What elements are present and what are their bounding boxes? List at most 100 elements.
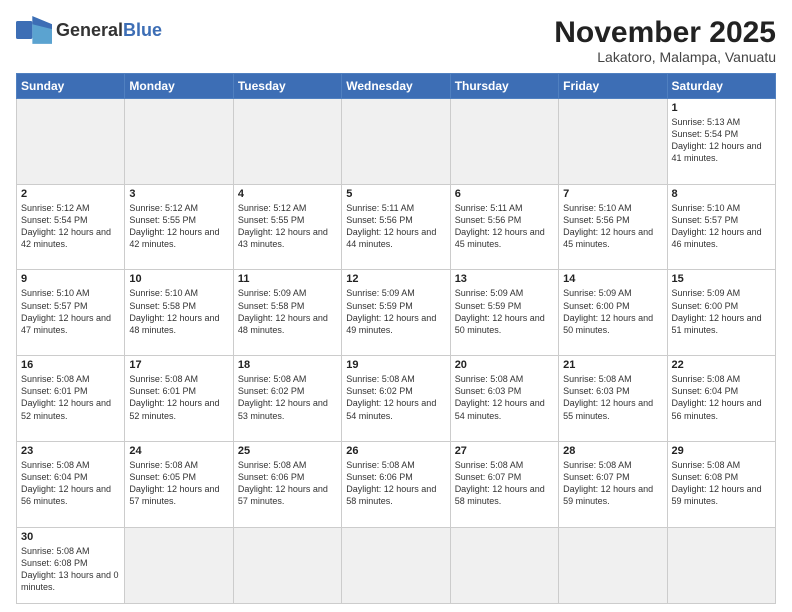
- day-info: Sunrise: 5:08 AM Sunset: 6:02 PM Dayligh…: [238, 373, 337, 422]
- day-info: Sunrise: 5:08 AM Sunset: 6:07 PM Dayligh…: [563, 459, 662, 508]
- day-number: 25: [238, 445, 337, 457]
- day-info: Sunrise: 5:08 AM Sunset: 6:04 PM Dayligh…: [21, 459, 120, 508]
- calendar-cell: [559, 99, 667, 185]
- calendar-cell: 26 Sunrise: 5:08 AM Sunset: 6:06 PM Dayli…: [342, 441, 450, 527]
- day-number: 1: [672, 102, 771, 114]
- day-number: 13: [455, 273, 554, 285]
- day-info: Sunrise: 5:12 AM Sunset: 5:54 PM Dayligh…: [21, 202, 120, 251]
- day-number: 4: [238, 188, 337, 200]
- logo-blue: Blue: [123, 20, 162, 40]
- calendar-week-row: 16Sunrise: 5:08 AM Sunset: 6:01 PM Dayli…: [17, 356, 776, 442]
- day-info: Sunrise: 5:08 AM Sunset: 6:07 PM Dayligh…: [455, 459, 554, 508]
- calendar-week-row: 1Sunrise: 5:13 AM Sunset: 5:54 PM Daylig…: [17, 99, 776, 185]
- day-info: Sunrise: 5:08 AM Sunset: 6:03 PM Dayligh…: [455, 373, 554, 422]
- day-number: 24: [129, 445, 228, 457]
- day-number: 7: [563, 188, 662, 200]
- calendar-cell: 9 Sunrise: 5:10 AM Sunset: 5:57 PM Daylig…: [17, 270, 125, 356]
- day-info: Sunrise: 5:09 AM Sunset: 5:59 PM Dayligh…: [455, 287, 554, 336]
- day-number: 22: [672, 359, 771, 371]
- day-info: Sunrise: 5:08 AM Sunset: 6:02 PM Dayligh…: [346, 373, 445, 422]
- day-info: Sunrise: 5:08 AM Sunset: 6:05 PM Dayligh…: [129, 459, 228, 508]
- calendar-cell: [233, 99, 341, 185]
- header: GeneralBlue November 2025 Lakatoro, Mala…: [16, 16, 776, 65]
- calendar-cell: 4 Sunrise: 5:12 AM Sunset: 5:55 PM Daylig…: [233, 184, 341, 270]
- day-number: 28: [563, 445, 662, 457]
- day-info: Sunrise: 5:10 AM Sunset: 5:57 PM Dayligh…: [21, 287, 120, 336]
- calendar-cell: 14Sunrise: 5:09 AM Sunset: 6:00 PM Dayli…: [559, 270, 667, 356]
- month-title: November 2025: [554, 16, 776, 49]
- day-number: 15: [672, 273, 771, 285]
- day-number: 19: [346, 359, 445, 371]
- day-number: 21: [563, 359, 662, 371]
- day-info: Sunrise: 5:08 AM Sunset: 6:03 PM Dayligh…: [563, 373, 662, 422]
- calendar-cell: [450, 99, 558, 185]
- day-number: 6: [455, 188, 554, 200]
- calendar-cell: 17 Sunrise: 5:08 AM Sunset: 6:01 PM Dayli…: [125, 356, 233, 442]
- calendar-cell: 1Sunrise: 5:13 AM Sunset: 5:54 PM Daylig…: [667, 99, 775, 185]
- calendar-cell: 12Sunrise: 5:09 AM Sunset: 5:59 PM Dayli…: [342, 270, 450, 356]
- calendar-cell: 20Sunrise: 5:08 AM Sunset: 6:03 PM Dayli…: [450, 356, 558, 442]
- location: Lakatoro, Malampa, Vanuatu: [554, 49, 776, 65]
- calendar-cell: 18Sunrise: 5:08 AM Sunset: 6:02 PM Dayli…: [233, 356, 341, 442]
- calendar-cell: 28 Sunrise: 5:08 AM Sunset: 6:07 PM Dayli…: [559, 441, 667, 527]
- calendar-header-sunday: Sunday: [17, 74, 125, 99]
- calendar-week-row: 30Sunrise: 5:08 AM Sunset: 6:08 PM Dayli…: [17, 527, 776, 603]
- day-info: Sunrise: 5:12 AM Sunset: 5:55 PM Dayligh…: [238, 202, 337, 251]
- day-number: 3: [129, 188, 228, 200]
- day-info: Sunrise: 5:08 AM Sunset: 6:06 PM Dayligh…: [238, 459, 337, 508]
- calendar-cell: 30Sunrise: 5:08 AM Sunset: 6:08 PM Dayli…: [17, 527, 125, 603]
- day-info: Sunrise: 5:11 AM Sunset: 5:56 PM Dayligh…: [455, 202, 554, 251]
- calendar-cell: [342, 99, 450, 185]
- calendar-cell: [667, 527, 775, 603]
- day-number: 5: [346, 188, 445, 200]
- day-number: 11: [238, 273, 337, 285]
- day-number: 8: [672, 188, 771, 200]
- calendar-cell: 24 Sunrise: 5:08 AM Sunset: 6:05 PM Dayli…: [125, 441, 233, 527]
- calendar-cell: 25 Sunrise: 5:08 AM Sunset: 6:06 PM Dayli…: [233, 441, 341, 527]
- calendar-cell: [342, 527, 450, 603]
- day-info: Sunrise: 5:08 AM Sunset: 6:01 PM Dayligh…: [21, 373, 120, 422]
- calendar-cell: 23 Sunrise: 5:08 AM Sunset: 6:04 PM Dayli…: [17, 441, 125, 527]
- logo-general: General: [56, 20, 123, 40]
- day-number: 26: [346, 445, 445, 457]
- calendar-cell: 13 Sunrise: 5:09 AM Sunset: 5:59 PM Dayli…: [450, 270, 558, 356]
- day-info: Sunrise: 5:08 AM Sunset: 6:04 PM Dayligh…: [672, 373, 771, 422]
- calendar-header-friday: Friday: [559, 74, 667, 99]
- calendar-cell: [450, 527, 558, 603]
- page: GeneralBlue November 2025 Lakatoro, Mala…: [0, 0, 792, 612]
- day-info: Sunrise: 5:08 AM Sunset: 6:01 PM Dayligh…: [129, 373, 228, 422]
- calendar-cell: 5Sunrise: 5:11 AM Sunset: 5:56 PM Daylig…: [342, 184, 450, 270]
- day-number: 12: [346, 273, 445, 285]
- day-info: Sunrise: 5:10 AM Sunset: 5:58 PM Dayligh…: [129, 287, 228, 336]
- logo: GeneralBlue: [16, 16, 162, 44]
- day-number: 17: [129, 359, 228, 371]
- calendar-cell: 7 Sunrise: 5:10 AM Sunset: 5:56 PM Daylig…: [559, 184, 667, 270]
- calendar-cell: [125, 527, 233, 603]
- day-number: 9: [21, 273, 120, 285]
- calendar-cell: [125, 99, 233, 185]
- day-number: 2: [21, 188, 120, 200]
- calendar-header-wednesday: Wednesday: [342, 74, 450, 99]
- calendar-cell: 19 Sunrise: 5:08 AM Sunset: 6:02 PM Dayli…: [342, 356, 450, 442]
- day-info: Sunrise: 5:08 AM Sunset: 6:06 PM Dayligh…: [346, 459, 445, 508]
- calendar-header-row: SundayMondayTuesdayWednesdayThursdayFrid…: [17, 74, 776, 99]
- calendar-table: SundayMondayTuesdayWednesdayThursdayFrid…: [16, 73, 776, 604]
- day-info: Sunrise: 5:12 AM Sunset: 5:55 PM Dayligh…: [129, 202, 228, 251]
- calendar-header-tuesday: Tuesday: [233, 74, 341, 99]
- day-number: 27: [455, 445, 554, 457]
- calendar-cell: 2 Sunrise: 5:12 AM Sunset: 5:54 PM Daylig…: [17, 184, 125, 270]
- day-info: Sunrise: 5:09 AM Sunset: 6:00 PM Dayligh…: [672, 287, 771, 336]
- calendar-week-row: 23 Sunrise: 5:08 AM Sunset: 6:04 PM Dayli…: [17, 441, 776, 527]
- calendar-cell: [17, 99, 125, 185]
- day-number: 23: [21, 445, 120, 457]
- day-number: 29: [672, 445, 771, 457]
- calendar-cell: 11 Sunrise: 5:09 AM Sunset: 5:58 PM Dayli…: [233, 270, 341, 356]
- logo-text: GeneralBlue: [56, 20, 162, 41]
- day-info: Sunrise: 5:10 AM Sunset: 5:56 PM Dayligh…: [563, 202, 662, 251]
- day-info: Sunrise: 5:09 AM Sunset: 5:58 PM Dayligh…: [238, 287, 337, 336]
- calendar-week-row: 2 Sunrise: 5:12 AM Sunset: 5:54 PM Daylig…: [17, 184, 776, 270]
- day-info: Sunrise: 5:08 AM Sunset: 6:08 PM Dayligh…: [672, 459, 771, 508]
- title-block: November 2025 Lakatoro, Malampa, Vanuatu: [554, 16, 776, 65]
- generalblue-logo-icon: [16, 16, 52, 44]
- day-number: 14: [563, 273, 662, 285]
